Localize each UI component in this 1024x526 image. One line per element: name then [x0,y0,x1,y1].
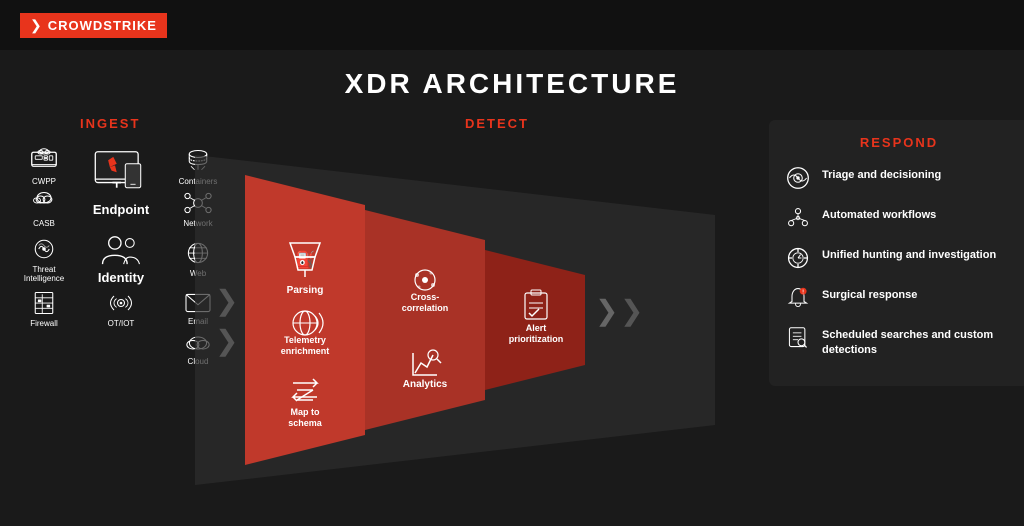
svg-text:Map to: Map to [291,407,320,417]
detect-section: DETECT ❯ ❯ ❯ ❯ ⛽ Parsing [225,110,769,525]
ingest-item-firewall: Firewall [15,289,73,329]
respond-panel: RESPOND Triage and decisioning [769,120,1024,386]
respond-label: RESPOND [784,135,1014,150]
svg-text:❯: ❯ [595,295,618,327]
svg-text:Alert: Alert [526,323,547,333]
ingest-item-identity: Identity [75,232,167,287]
svg-text:prioritization: prioritization [509,334,564,344]
casb-label: CASB [33,219,55,229]
svg-text:correlation: correlation [402,303,449,313]
crowdstrike-chevron-icon: ❯ [30,17,42,34]
ingest-item-threat-intel: Threat Intelligence [15,232,73,287]
threat-intel-label: Threat Intelligence [15,265,73,284]
gear-org-icon [784,204,812,232]
svg-text:Parsing: Parsing [287,285,324,296]
respond-item-automated: Automated workflows [784,204,1014,232]
surgical-label: Surgical response [822,284,917,303]
scheduled-label: Scheduled searches and custom detections [822,324,1014,359]
svg-text:!: ! [802,290,804,296]
svg-text:⛽: ⛽ [295,250,315,269]
svg-text:enrichment: enrichment [281,346,330,356]
identity-label: Identity [98,270,144,287]
cwpp-label: CWPP [32,177,56,187]
unified-label: Unified hunting and investigation [822,244,996,263]
ingest-item-otiot: OT/IOT [75,289,167,329]
header: ❯ CROWDSTRIKE [0,0,1024,50]
bell-alert-icon: ! [784,284,812,312]
svg-text:❯: ❯ [215,325,238,357]
svg-text:❯: ❯ [620,295,643,327]
title-section: XDR ARCHITECTURE [0,50,1024,110]
svg-text:schema: schema [288,418,323,428]
logo-text: CROWDSTRIKE [48,18,157,33]
doc-search-icon [784,324,812,352]
ingest-label: INGEST [80,116,140,131]
svg-text:❯: ❯ [215,285,238,317]
page-title: XDR ARCHITECTURE [0,68,1024,100]
ingest-section: INGEST [15,110,225,525]
svg-text:Analytics: Analytics [403,379,448,390]
funnel-diagram: ❯ ❯ ❯ ❯ ⛽ Parsing Telemetry enrichment [195,135,745,505]
svg-text:Cross-: Cross- [411,292,440,302]
respond-section: RESPOND Triage and decisioning [769,110,1009,525]
svg-text:Telemetry: Telemetry [284,335,326,345]
logo-badge: ❯ CROWDSTRIKE [20,13,167,38]
endpoint-label: Endpoint [93,202,149,219]
eye-circle-icon [784,164,812,192]
triage-label: Triage and decisioning [822,164,941,183]
ingest-item-endpoint: Endpoint [75,137,167,230]
respond-item-scheduled: Scheduled searches and custom detections [784,324,1014,359]
detect-label: DETECT [465,116,529,131]
main-content: INGEST [0,110,1024,525]
ingest-item-cwpp: CWPP [15,147,73,187]
respond-item-triage: Triage and decisioning [784,164,1014,192]
automated-label: Automated workflows [822,204,936,223]
respond-item-unified: Unified hunting and investigation [784,244,1014,272]
ingest-item-casb: CASB [15,189,73,229]
otiot-label: OT/IOT [108,319,135,329]
respond-item-surgical: ! Surgical response [784,284,1014,312]
firewall-label: Firewall [30,319,58,329]
clock-target-icon [784,244,812,272]
